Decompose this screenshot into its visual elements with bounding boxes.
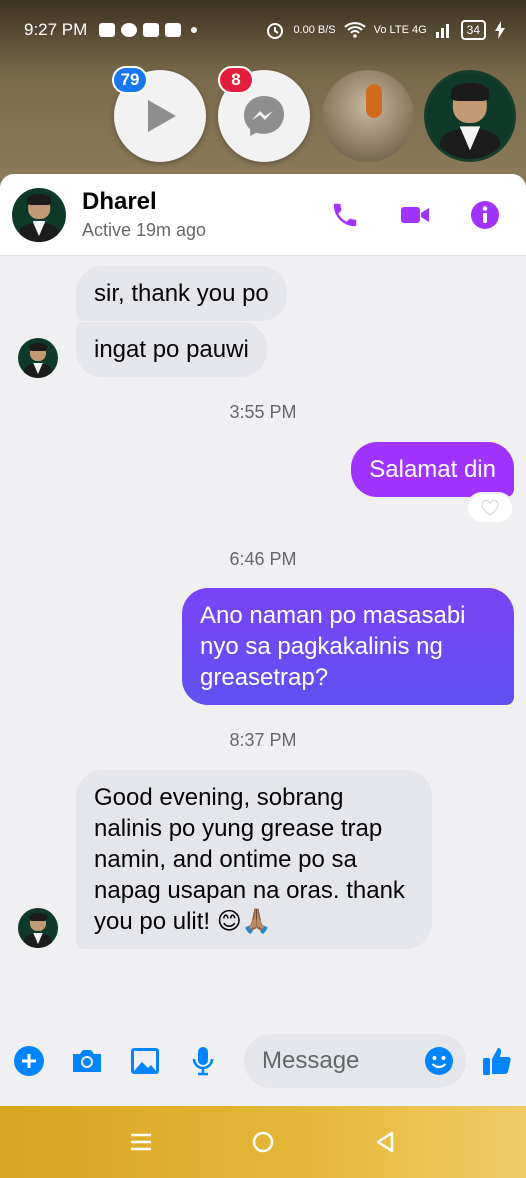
camera-button[interactable] [70,1044,104,1078]
like-button[interactable] [480,1044,514,1078]
incoming-message[interactable]: ingat po pauwi [76,322,267,377]
avatar-hair [451,83,489,101]
chat-panel: Dharel Active 19m ago sir, thank you po … [0,174,526,1106]
messenger-badge: 8 [218,66,254,94]
battery-level: 34 [460,20,486,40]
video-camera-icon [401,206,429,223]
message-list[interactable]: sir, thank you po ingat po pauwi 3:55 PM… [0,256,526,1086]
contact-chat-head[interactable] [424,70,516,162]
messenger-icon [244,96,284,136]
chat-notification-icon [143,23,160,37]
more-notifications-icon [191,27,198,33]
message-input[interactable]: Message [244,1034,466,1088]
contact-avatar[interactable] [18,908,58,948]
app-notification-icon [99,23,116,37]
more-actions-button[interactable] [12,1044,46,1078]
microphone-icon [192,1047,214,1076]
status-bar: 9:27 PM 0.00 B/S Vo LTE 4G 34 [0,0,526,60]
image-icon [131,1048,159,1074]
menu-lines-icon [131,1133,151,1151]
alarm-icon [267,23,284,39]
thumbs-up-icon [483,1048,511,1075]
message-placeholder: Message [262,1047,360,1074]
video-call-button[interactable] [400,200,430,230]
composer: Message [0,1016,526,1106]
info-button[interactable] [470,200,500,230]
avatar-hair [29,912,47,921]
recent-apps-button[interactable] [126,1127,156,1157]
white-heart-icon [481,500,499,516]
contact-status: Active 19m ago [82,220,207,240]
home-button[interactable] [248,1127,278,1157]
youtube-notification-icon [165,23,182,37]
plus-circle-icon [14,1046,44,1076]
net-speed: 0.00 B/S [293,24,336,36]
notification-icons [99,23,198,37]
gallery-button[interactable] [128,1044,162,1078]
photo-object [366,84,382,118]
system-nav-bar [0,1106,526,1178]
play-icon [148,100,176,132]
outgoing-message[interactable]: Ano naman po masasabi nyo sa pagkakalini… [182,588,514,705]
emoji-icon[interactable] [424,1046,454,1076]
play-chat-head[interactable]: 79 [112,66,206,162]
voice-call-button[interactable] [330,200,360,230]
timestamp: 6:46 PM [229,549,297,569]
avatar-hair [29,342,47,351]
play-badge: 79 [112,66,148,94]
status-time: 9:27 PM [24,20,88,39]
camera-icon [73,1050,101,1072]
outgoing-message[interactable]: Salamat din [351,442,514,497]
incoming-message[interactable]: Good evening, sobrang nalinis po yung gr… [76,770,432,949]
messenger-notification-icon [121,23,138,37]
header-avatar[interactable] [12,187,66,242]
home-circle-icon [252,1131,274,1153]
back-button[interactable] [370,1127,400,1157]
incoming-message[interactable]: sir, thank you po [76,266,287,321]
info-icon [471,200,499,229]
status-right: 0.00 B/S Vo LTE 4G 34 [265,20,506,40]
network-type: Vo LTE 4G [373,24,427,36]
voice-clip-button[interactable] [186,1044,220,1078]
back-triangle-icon [376,1131,394,1153]
messenger-chat-head[interactable]: 8 [218,66,310,162]
avatar-hair [27,193,51,205]
wifi-icon [343,22,366,38]
chat-header: Dharel Active 19m ago [0,174,526,256]
charging-icon [495,21,505,39]
timestamp: 3:55 PM [229,402,297,422]
contact-name: Dharel [82,188,157,215]
header-text[interactable]: Dharel Active 19m ago [82,188,206,241]
signal-icon [435,24,449,38]
phone-icon [333,203,357,226]
timestamp: 8:37 PM [229,730,297,750]
photo-chat-head[interactable] [322,70,414,162]
header-actions [330,200,514,230]
heart-reaction[interactable] [468,494,512,522]
contact-avatar[interactable] [18,338,58,378]
